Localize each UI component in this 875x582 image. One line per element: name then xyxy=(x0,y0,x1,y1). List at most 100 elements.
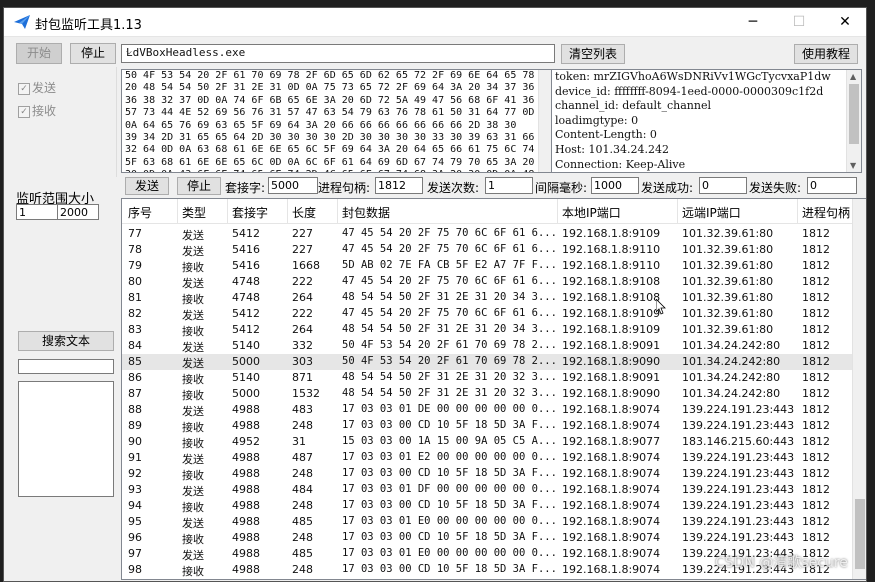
column-header[interactable]: 封包数据 xyxy=(342,204,390,221)
watermark: CSDN @清歌secure xyxy=(715,555,848,571)
table-cell: 48 54 54 50 2F 31 2E 31 20 32 3... xyxy=(342,371,557,383)
hex-view[interactable]: 50 4F 53 54 20 2F 61 70 69 78 2F 6D 65 6… xyxy=(121,69,555,173)
packet-table[interactable]: 序号 类型 套接字 长度 封包数据 本地IP端口 远端IP端口 进程句柄 77 发送 5412 22… xyxy=(121,198,866,580)
table-row[interactable]: 94 接收 4988 248 17 03 03 00 CD 10 5F 18 5D 3A… xyxy=(122,498,854,514)
fail-field[interactable]: 0 xyxy=(807,177,857,194)
column-header[interactable]: 进程句柄 xyxy=(802,204,850,221)
table-cell: 77 xyxy=(128,227,142,240)
table-cell: 82 xyxy=(128,307,142,320)
column-divider[interactable] xyxy=(177,199,178,224)
table-cell: 47 45 54 20 2F 75 70 6C 6F 61 6... xyxy=(342,243,557,255)
column-divider[interactable] xyxy=(337,199,338,224)
text-view[interactable]: token: mrZIGVhoA6WsDNRiVv1WGcTycvxaP1dw d… xyxy=(551,69,862,173)
recv-checkbox[interactable]: ✓ 接收 xyxy=(18,102,56,119)
interval-field[interactable]: 1000 xyxy=(591,177,639,194)
socket-field[interactable]: 5000 xyxy=(268,177,318,194)
send-count-field[interactable]: 1 xyxy=(485,177,533,194)
table-cell: 发送 xyxy=(182,405,204,418)
table-cell: 192.168.1.8:9090 xyxy=(562,387,661,400)
table-row[interactable]: 87 接收 5000 1532 48 54 54 50 2F 31 2E 31 20 3… xyxy=(122,386,854,402)
table-row[interactable]: 77 发送 5412 227 47 45 54 20 2F 75 70 6C 6F 61… xyxy=(122,226,854,242)
table-cell: 48 54 54 50 2F 31 2E 31 20 34 3... xyxy=(342,323,557,335)
table-cell: 101.34.24.242:80 xyxy=(682,355,781,368)
text-scrollbar[interactable]: ▲ ▼ xyxy=(846,70,861,172)
table-cell: 89 xyxy=(128,419,142,432)
table-row[interactable]: 81 接收 4748 264 48 54 54 50 2F 31 2E 31 20 34… xyxy=(122,290,854,306)
table-cell: 47 45 54 20 2F 75 70 6C 6F 61 6... xyxy=(342,307,557,319)
tutorial-button[interactable]: 使用教程 xyxy=(794,44,858,64)
table-row[interactable]: 91 发送 4988 487 17 03 03 01 E2 00 00 00 00 00… xyxy=(122,450,854,466)
chevron-down-icon[interactable]: ⌵ xyxy=(126,46,551,57)
column-header[interactable]: 本地IP端口 xyxy=(562,204,621,221)
clear-list-button[interactable]: 清空列表 xyxy=(561,44,625,64)
send-count-label: 发送次数: xyxy=(427,181,480,195)
table-row[interactable]: 83 接收 5412 264 48 54 54 50 2F 31 2E 31 20 34… xyxy=(122,322,854,338)
column-divider[interactable] xyxy=(677,199,678,224)
table-row[interactable]: 95 发送 4988 485 17 03 03 01 E0 00 00 00 00 00… xyxy=(122,514,854,530)
table-cell: 101.32.39.61:80 xyxy=(682,227,774,240)
table-cell: 139.224.191.23:443 xyxy=(682,483,795,496)
table-cell: 97 xyxy=(128,547,142,560)
range-from-field[interactable]: 1 xyxy=(16,204,58,220)
table-cell: 227 xyxy=(292,243,313,256)
table-cell: 101.32.39.61:80 xyxy=(682,259,774,272)
table-cell: 4988 xyxy=(232,483,260,496)
table-cell: 4988 xyxy=(232,499,260,512)
search-text-button[interactable]: 搜索文本 xyxy=(18,331,114,351)
table-row[interactable]: 96 接收 4988 248 17 03 03 00 CD 10 5F 18 5D 3A… xyxy=(122,530,854,546)
maximize-button[interactable]: ☐ xyxy=(776,8,822,37)
search-results[interactable] xyxy=(18,381,114,497)
table-cell: 139.224.191.23:443 xyxy=(682,467,795,480)
handle-field[interactable]: 1812 xyxy=(375,177,423,194)
table-cell: 1812 xyxy=(802,515,830,528)
table-cell: 4952 xyxy=(232,435,260,448)
send-packet-button[interactable]: 发送 xyxy=(125,177,169,195)
send-checkbox[interactable]: ✓ 发送 xyxy=(18,79,56,96)
column-divider[interactable] xyxy=(557,199,558,224)
table-row[interactable]: 82 发送 5412 222 47 45 54 20 2F 75 70 6C 6F 61… xyxy=(122,306,854,322)
table-cell: 17 03 03 01 E0 00 00 00 00 00 0... xyxy=(342,515,557,527)
table-scrollbar[interactable] xyxy=(852,199,866,579)
scroll-thumb[interactable] xyxy=(855,499,865,569)
column-header[interactable]: 远端IP端口 xyxy=(682,204,741,221)
table-row[interactable]: 88 发送 4988 483 17 03 03 01 DE 00 00 00 00 00… xyxy=(122,402,854,418)
table-row[interactable]: 78 发送 5416 227 47 45 54 20 2F 75 70 6C 6F 61… xyxy=(122,242,854,258)
table-cell: 5000 xyxy=(232,355,260,368)
table-cell: 192.168.1.8:9074 xyxy=(562,467,661,480)
close-button[interactable]: ✕ xyxy=(822,8,866,37)
column-header[interactable]: 序号 xyxy=(128,204,152,221)
column-divider[interactable] xyxy=(227,199,228,224)
stop-send-button[interactable]: 停止 xyxy=(177,177,221,195)
column-header[interactable]: 类型 xyxy=(182,204,206,221)
column-divider[interactable] xyxy=(797,199,798,224)
scroll-down-icon[interactable]: ▼ xyxy=(850,161,856,170)
table-row[interactable]: 80 发送 4748 222 47 45 54 20 2F 75 70 6C 6F 61… xyxy=(122,274,854,290)
table-cell: 84 xyxy=(128,339,142,352)
success-field[interactable]: 0 xyxy=(699,177,747,194)
column-header[interactable]: 套接字 xyxy=(232,204,268,221)
hex-line: 5F 63 68 61 6E 6E 65 6C 0D 0A 6C 6F 61 6… xyxy=(125,156,535,168)
table-row[interactable]: 89 接收 4988 248 17 03 03 00 CD 10 5F 18 5D 3A… xyxy=(122,418,854,434)
table-row[interactable]: 79 接收 5416 1668 5D AB 02 7E FA CB 5F E2 A7 7… xyxy=(122,258,854,274)
table-cell: 264 xyxy=(292,323,313,336)
table-cell: 183.146.215.60:443 xyxy=(682,435,795,448)
search-input[interactable] xyxy=(18,359,114,374)
start-button[interactable]: 开始 xyxy=(16,43,62,64)
process-select[interactable]: LdVBoxHeadless.exe ⌵ xyxy=(121,44,555,63)
mouse-cursor-icon xyxy=(656,299,666,315)
column-header[interactable]: 长度 xyxy=(292,204,316,221)
table-cell: 1812 xyxy=(802,307,830,320)
table-row[interactable]: 93 发送 4988 484 17 03 03 01 DF 00 00 00 00 00… xyxy=(122,482,854,498)
table-row[interactable]: 92 接收 4988 248 17 03 03 00 CD 10 5F 18 5D 3A… xyxy=(122,466,854,482)
table-row[interactable]: 86 接收 5140 871 48 54 54 50 2F 31 2E 31 20 32… xyxy=(122,370,854,386)
stop-button[interactable]: 停止 xyxy=(70,43,116,64)
scroll-thumb[interactable] xyxy=(849,84,859,144)
range-to-field[interactable]: 2000 xyxy=(57,204,99,220)
table-row[interactable]: 84 发送 5140 332 50 4F 53 54 20 2F 61 70 69 78… xyxy=(122,338,854,354)
scroll-up-icon[interactable]: ▲ xyxy=(850,72,856,81)
table-row[interactable]: 85 发送 5000 303 50 4F 53 54 20 2F 61 70 69 78… xyxy=(122,354,854,370)
minimize-button[interactable]: ─ xyxy=(730,8,776,37)
table-row[interactable]: 90 接收 4952 31 15 03 03 00 1A 15 00 9A 05 C5 … xyxy=(122,434,854,450)
hex-line: 32 64 0D 0A 63 68 61 6E 6E 65 6C 5F 69 6… xyxy=(125,144,535,156)
column-divider[interactable] xyxy=(287,199,288,224)
